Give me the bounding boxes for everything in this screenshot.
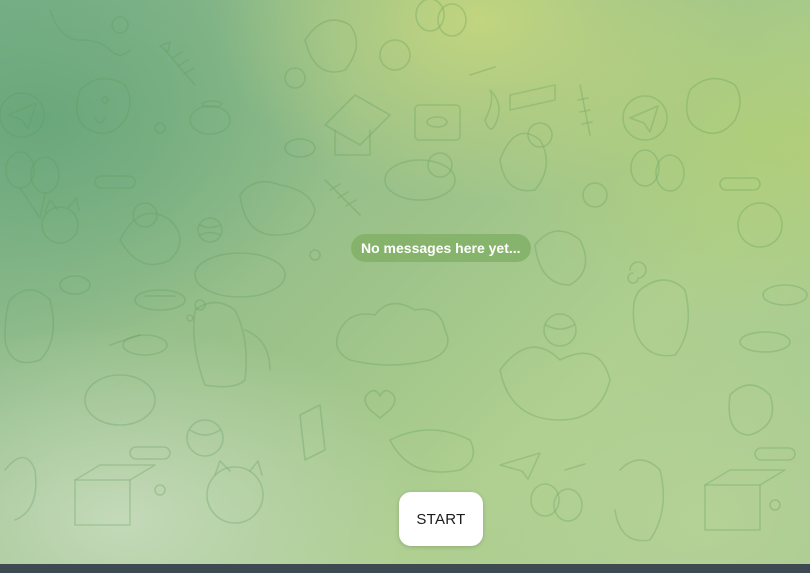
sleeping-cat-doodle: [119, 202, 181, 266]
ball-doodle: [186, 419, 224, 457]
plane-right-doodle: [622, 95, 668, 141]
dog-head-doodle: [75, 77, 131, 135]
balloons-right-doodle: [630, 149, 685, 192]
paw-doodle: [154, 122, 781, 511]
bottom-status-strip: [0, 564, 810, 573]
doodle-pattern: [0, 0, 808, 542]
firework-doodle: [509, 84, 556, 111]
paper-plane-doodle: [0, 92, 45, 138]
cat-right-doodle: [737, 202, 783, 248]
start-button[interactable]: START: [399, 492, 483, 546]
dog-lying-doodle: [389, 429, 475, 473]
cat-eating-doodle: [239, 180, 316, 236]
dog-doodle: [49, 9, 131, 56]
chat-background: [0, 0, 810, 573]
spiral-doodle: [627, 261, 647, 284]
collar-bottom-right-doodle: [754, 447, 796, 461]
scroll-doodle: [299, 404, 326, 461]
empty-state-message: No messages here yet...: [351, 234, 531, 262]
collar-right-doodle: [719, 177, 761, 191]
plane-bottom-doodle: [499, 452, 541, 480]
cat-face-doodle: [206, 460, 264, 524]
angel-cat-doodle: [189, 100, 231, 135]
cat-box-doodle: [74, 464, 156, 526]
balloons-bottom-doodle: [530, 483, 583, 522]
cat-angel-right-doodle: [728, 384, 774, 436]
cat-bottom-right-doodle: [614, 459, 665, 542]
fish-plate-doodle: [134, 289, 186, 311]
fox-doodle: [499, 346, 611, 421]
cat-sleeping-top-doodle: [304, 19, 358, 73]
fish-plate-right-doodle: [762, 284, 808, 306]
cat-right-big-doodle: [632, 279, 690, 357]
yarn-right-doodle: [582, 182, 608, 208]
cat-happy-doodle: [499, 122, 553, 192]
fish-skeleton-doodle-2: [324, 179, 361, 216]
dog-head-right-doodle: [685, 77, 741, 135]
cloud-cat-doodle: [335, 302, 449, 366]
cat-middle-right-doodle: [534, 230, 587, 286]
balloons-doodle: [5, 151, 60, 219]
ball-right-doodle: [543, 313, 577, 347]
fish-skeleton-doodle-3: [577, 84, 593, 136]
dog-house-doodle: [324, 94, 391, 156]
collar-doodle-2: [129, 446, 171, 460]
cat-hiding-doodle: [84, 374, 156, 426]
bone-doodle: [109, 66, 586, 471]
cat-doodle: [41, 197, 80, 244]
collar-doodle: [94, 175, 136, 189]
fish-box-doodle: [414, 104, 461, 141]
cat-balloon-doodle: [379, 0, 467, 71]
cat-bottom-left-doodle: [4, 456, 37, 521]
fish-skeleton-doodle: [159, 41, 196, 86]
sleeping-cat-doodle-2: [384, 152, 456, 201]
mouse-doodle: [59, 138, 316, 295]
dog-sitting-doodle: [192, 301, 271, 388]
heart-doodle: [364, 389, 396, 419]
fire-doodle: [484, 89, 500, 130]
cat-waving-doodle: [4, 289, 55, 364]
bowl-right-doodle: [739, 331, 791, 353]
